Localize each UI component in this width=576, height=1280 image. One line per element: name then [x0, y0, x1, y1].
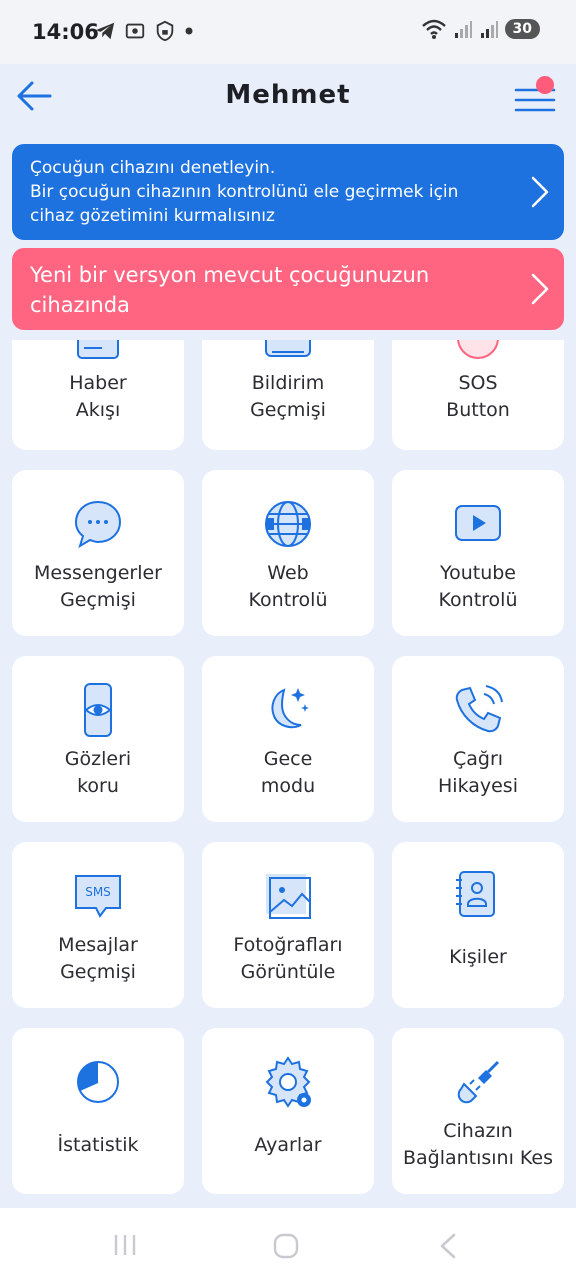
sms-icon-text: SMS [85, 885, 111, 899]
tile-label-line1: Çağrı [452, 748, 504, 770]
tile-settings[interactable]: Ayarlar [202, 1028, 374, 1194]
signal-icon [454, 21, 472, 38]
tile-youtube-control[interactable]: Youtube Kontrolü [392, 470, 564, 636]
status-time: 14:06 [32, 20, 99, 44]
status-bar: 14:06 30 [0, 0, 576, 64]
status-system-icons: 30 [421, 18, 540, 40]
tile-label-line2: Görüntüle [240, 961, 336, 983]
tile-news-feed[interactable]: Haber Akışı [12, 340, 184, 450]
notification-history-icon [265, 340, 311, 357]
unplug-icon [457, 1060, 500, 1104]
tile-label-line2: Kontrolü [438, 589, 518, 611]
tile-label-line2: Geçmişi [250, 399, 326, 421]
moon-stars-icon [271, 688, 309, 729]
banner-title: Çocuğun cihazını denetleyin. [30, 158, 276, 178]
dot-icon [185, 27, 193, 35]
tile-night-mode[interactable]: Gece modu [202, 656, 374, 822]
banner-text: Bir çocuğun cihazının kontrolünü ele geç… [30, 182, 459, 226]
telegram-icon [95, 22, 115, 40]
tile-label-line1: Gece [263, 748, 313, 770]
video-play-icon [455, 505, 501, 541]
phone-eye-icon [84, 683, 112, 737]
device-control-banner[interactable]: Çocuğun cihazını denetleyin. Bir çocuğun… [12, 144, 564, 240]
tile-statistics[interactable]: İstatistik [12, 1028, 184, 1194]
tile-notification-history[interactable]: Bildirim Geçmişi [202, 340, 374, 450]
signal-icon-2 [480, 21, 498, 38]
tile-label-line1: Fotoğrafları [233, 934, 343, 956]
feature-grid[interactable]: Haber Akışı Bildirim Geçmişi SOS Button … [0, 340, 576, 1206]
tile-label-line2: Geçmişi [60, 961, 136, 983]
tile-label-line1: SOS [458, 372, 498, 394]
tile-label-line1: Ayarlar [254, 1134, 322, 1156]
tile-contacts[interactable]: Kişiler [392, 842, 564, 1008]
tile-call-history[interactable]: Çağrı Hikayesi [392, 656, 564, 822]
tile-label-line1: Youtube [440, 562, 516, 584]
battery-indicator: 30 [504, 19, 540, 39]
vpn-lock-icon [156, 20, 174, 42]
tile-web-control[interactable]: Web Kontrolü [202, 470, 374, 636]
tile-label-line1: Mesajlar [58, 934, 138, 956]
tile-label-line1: Cihazın [443, 1120, 513, 1142]
app-header: Mehmet [0, 64, 576, 144]
sos-icon [457, 340, 499, 359]
tile-sos-button[interactable]: SOS Button [392, 340, 564, 450]
notification-dot [536, 76, 554, 94]
sms-icon: SMS [75, 875, 121, 918]
page-title: Mehmet [225, 80, 351, 110]
pie-chart-icon [77, 1061, 119, 1103]
tile-label-line1: Web [267, 562, 309, 584]
tile-messengers-history[interactable]: Messengerler Geçmişi [12, 470, 184, 636]
chevron-right-icon [531, 273, 549, 305]
tile-label-line1: Messengerler [34, 562, 162, 584]
phone-call-icon [455, 685, 503, 733]
tile-label-line2: Geçmişi [60, 589, 136, 611]
contacts-book-icon [456, 871, 495, 917]
update-banner[interactable]: Yeni bir versyon mevcut çocuğunuzun ciha… [12, 248, 564, 330]
tile-label-line2: modu [260, 775, 316, 797]
tile-label-line2: Akışı [75, 399, 121, 421]
screenshot-icon [125, 23, 145, 39]
tile-label-line1: Kişiler [449, 946, 507, 968]
status-notification-icons [94, 20, 194, 42]
recent-apps-icon[interactable] [112, 1232, 138, 1258]
chat-bubble-icon [74, 500, 122, 549]
tile-label-line2: Hikayesi [438, 775, 518, 797]
tile-label-line1: Haber [69, 372, 127, 394]
system-nav-bar [0, 1208, 576, 1280]
tile-label-line2: Kontrolü [248, 589, 328, 611]
chevron-right-icon [531, 176, 549, 208]
gear-icon [265, 1056, 311, 1108]
tile-label-line2: koru [77, 775, 119, 797]
banner-text: Yeni bir versyon mevcut çocuğunuzun ciha… [30, 263, 430, 317]
tile-eye-protection[interactable]: Gözleri koru [12, 656, 184, 822]
tile-disconnect-device[interactable]: Cihazın Bağlantısını Kes [392, 1028, 564, 1194]
tile-label-line2: Button [446, 399, 510, 421]
wifi-icon [421, 19, 446, 39]
tile-label-line1: Bildirim [251, 372, 325, 394]
tile-label-line2: Bağlantısını Kes [402, 1147, 554, 1169]
globe-icon [265, 501, 311, 547]
home-icon[interactable] [272, 1232, 300, 1260]
tile-label-line1: İstatistik [57, 1134, 139, 1156]
tile-view-photos[interactable]: Fotoğrafları Görüntüle [202, 842, 374, 1008]
tile-label-line1: Gözleri [64, 748, 132, 770]
photo-icon [266, 874, 311, 919]
back-nav-icon[interactable] [436, 1232, 460, 1260]
menu-button[interactable] [512, 74, 560, 122]
tile-messages-history[interactable]: SMS Mesajlar Geçmişi [12, 842, 184, 1008]
news-feed-icon [77, 340, 119, 359]
